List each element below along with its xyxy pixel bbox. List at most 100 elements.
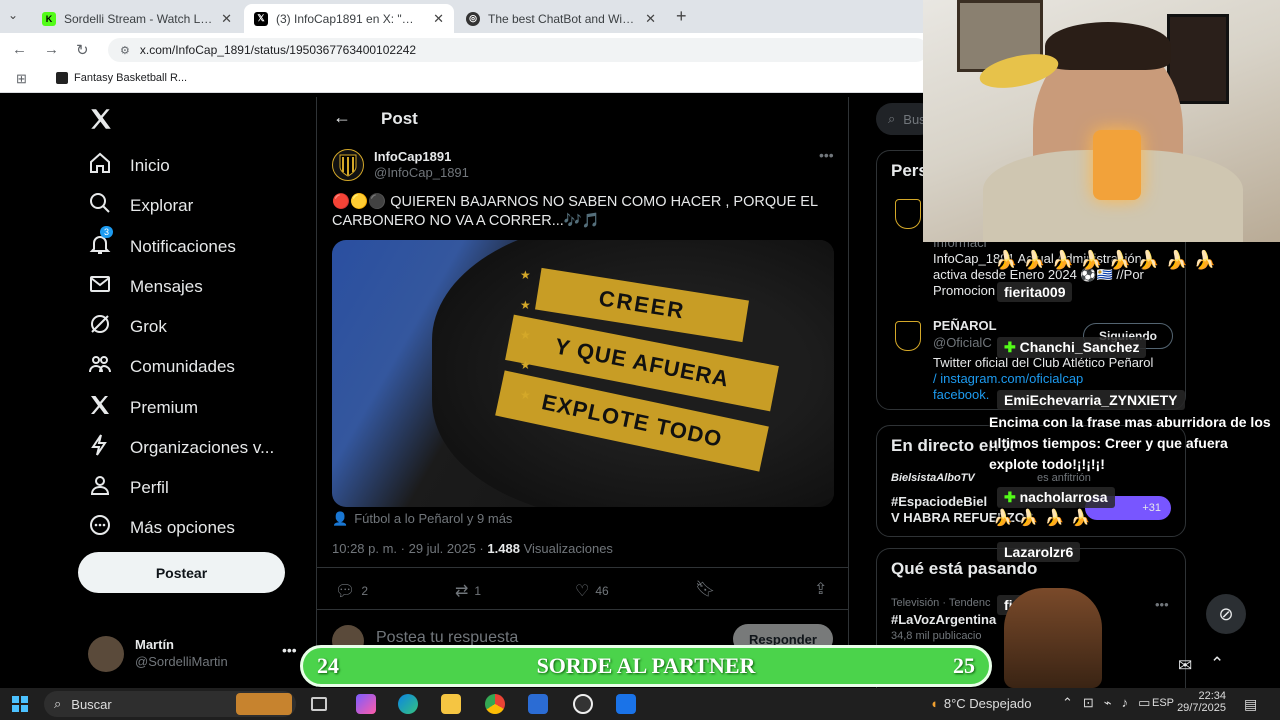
card-title: Qué está pasando	[891, 559, 1038, 578]
store-icon[interactable]	[528, 694, 548, 714]
tab-x-post[interactable]: 𝕏 (3) InfoCap1891 en X: "🔴🟡⚫ ✕	[244, 4, 454, 33]
user-handle[interactable]: @OficialC	[933, 335, 992, 350]
sidebar-item-label: Notificaciones	[130, 236, 236, 256]
account-name: Martín	[135, 637, 174, 652]
url-input[interactable]: ⚙ x.com/InfoCap_1891/status/195036776340…	[108, 38, 928, 62]
sidebar-item-label: Grok	[130, 316, 167, 336]
sidebar-item-label: Perfil	[130, 477, 169, 497]
star-icon: ★ ★ ★ ★ ★	[520, 268, 531, 402]
trend-name[interactable]: #LaVozArgentina	[891, 612, 996, 627]
chat-username: EmiEchevarria_ZYNXIETY	[997, 390, 1185, 410]
sidebar-item-label: Explorar	[130, 195, 194, 215]
weather-widget[interactable]: ◖ 8°C Despejado	[930, 696, 1031, 711]
grok-icon[interactable]: ⊘	[1206, 594, 1246, 634]
notification-center-icon[interactable]: ▤	[1244, 696, 1257, 713]
x-logo-icon[interactable]	[88, 106, 114, 137]
notification-badge: 3	[100, 226, 114, 238]
bookmark-icon[interactable]: 🔖︎	[695, 579, 715, 599]
url-text: x.com/InfoCap_1891/status/19503677634001…	[139, 43, 417, 57]
bookmark-item[interactable]: Fantasy Basketball R...	[56, 72, 187, 84]
sidebar-item-perfil[interactable]: Perfil	[88, 473, 169, 502]
views-label: Visualizaciones	[523, 541, 613, 556]
post-time[interactable]: 10:28 p. m. · 29 jul. 2025 ·	[332, 541, 484, 556]
reply-action[interactable]: 💬︎ 2	[335, 581, 368, 601]
chrome-icon[interactable]	[485, 694, 505, 714]
close-icon[interactable]: ✕	[645, 11, 656, 27]
apps-grid-icon[interactable]: ⊞	[16, 71, 27, 87]
chat-message: Encima con la frase mas aburridora de lo…	[989, 414, 1271, 472]
repost-action[interactable]: ⇄ 1	[455, 581, 481, 601]
author-name[interactable]: InfoCap1891	[374, 149, 451, 164]
search-icon: ⌕	[54, 696, 62, 711]
post-text: 🔴🟡⚫ QUIEREN BAJARNOS NO SABEN COMO HACER…	[332, 194, 818, 229]
sidebar-item-notificaciones[interactable]: 3 Notificaciones	[88, 226, 236, 261]
clock-time: 22:34	[1198, 690, 1226, 702]
close-icon[interactable]: ✕	[433, 11, 444, 27]
goal-banner: 24 SORDE AL PARTNER 25	[300, 645, 992, 687]
live-host[interactable]: BielsistaAlboTV	[891, 472, 975, 484]
author-avatar[interactable]	[332, 149, 364, 181]
windows-start-icon[interactable]	[12, 696, 28, 712]
user-name[interactable]: PEÑAROL	[933, 318, 997, 333]
edge-icon[interactable]	[398, 694, 418, 714]
tagged-people[interactable]: 👤 Fútbol a lo Peñarol y 9 más	[332, 511, 512, 527]
app-icon[interactable]	[616, 694, 636, 714]
moderator-icon: ✚	[1004, 339, 1020, 355]
like-action[interactable]: ♡ 46	[575, 581, 609, 601]
post-button[interactable]: Postear	[78, 552, 285, 593]
task-view-icon[interactable]	[311, 697, 327, 711]
emote-row: 🍌🍌🍌🍌	[993, 510, 1097, 527]
tab-list-icon[interactable]: ⌄	[8, 8, 18, 22]
chat-username: Lazarolzr6	[997, 542, 1081, 562]
sidebar-item-mas-opciones[interactable]: Más opciones	[88, 513, 235, 542]
tray-icons[interactable]: ⌃⊡⌁♪▭	[1062, 695, 1160, 711]
author-handle[interactable]: @InfoCap_1891	[374, 165, 469, 180]
sidebar-item-inicio[interactable]: Inicio	[88, 151, 170, 180]
page-title: Post	[381, 109, 418, 128]
chevron-up-icon[interactable]: ⌃	[1210, 654, 1224, 674]
sidebar-item-premium[interactable]: Premium	[88, 393, 198, 422]
file-explorer-icon[interactable]	[441, 694, 461, 714]
like-count: 46	[595, 584, 609, 598]
taskbar-search[interactable]: ⌕ Buscar	[44, 691, 296, 717]
webcam-overlay	[923, 0, 1280, 242]
sidebar-item-organizaciones[interactable]: Organizaciones v...	[88, 433, 274, 462]
clock-date: 29/7/2025	[1177, 702, 1226, 714]
new-tab-icon[interactable]: +	[676, 6, 687, 27]
sidebar-item-comunidades[interactable]: Comunidades	[88, 352, 235, 381]
club-shield-icon	[895, 199, 921, 229]
account-switcher[interactable]: Martín @SordelliMartin •••	[88, 636, 303, 672]
site-info-icon[interactable]: ⚙	[120, 44, 130, 57]
sidebar-item-mensajes[interactable]: Mensajes	[88, 272, 203, 301]
back-arrow-icon[interactable]: ←	[333, 107, 351, 128]
forward-icon[interactable]: →	[44, 41, 59, 58]
x-icon: 𝕏	[254, 11, 268, 26]
trend-posts: 34,8 mil publicacio	[891, 630, 982, 642]
post-image[interactable]: CREER Y QUE AFUERA EXPLOTE TODO ★ ★ ★ ★ ★	[332, 240, 834, 507]
mail-icon[interactable]: ✉	[1178, 656, 1192, 676]
chatbot-icon: ◎	[466, 11, 480, 26]
share-icon[interactable]: ⇪	[814, 579, 827, 599]
moderator-icon: ✚	[1004, 489, 1020, 505]
more-icon[interactable]: •••	[1155, 597, 1169, 612]
club-shield-icon	[339, 154, 357, 177]
tab-kick[interactable]: K Sordelli Stream - Watch Live on ✕	[32, 4, 242, 33]
x-icon	[88, 393, 112, 422]
copilot-icon[interactable]	[356, 694, 376, 714]
back-icon[interactable]: ←	[12, 41, 27, 58]
sidebar-item-grok[interactable]: Grok	[88, 312, 167, 341]
more-icon[interactable]: •••	[819, 147, 834, 163]
tab-chatbot[interactable]: ◎ The best ChatBot and Widgets ✕	[456, 4, 666, 33]
search-icon: ⌕	[888, 111, 896, 126]
chat-username: ✚ nacholarrosa	[997, 487, 1115, 508]
taskbar: ⌕ Buscar ◖ 8°C Despejado ⌃⊡⌁♪▭ ESP 22:34 2…	[0, 688, 1280, 720]
obs-icon[interactable]	[573, 694, 593, 714]
bio-link[interactable]: / instagram.com/oficialcap	[933, 371, 1183, 387]
close-icon[interactable]: ✕	[221, 11, 232, 27]
tab-title: The best ChatBot and Widgets	[488, 11, 638, 26]
search-icon	[88, 191, 112, 220]
reload-icon[interactable]: ↻	[76, 41, 89, 59]
sidebar-item-explorar[interactable]: Explorar	[88, 191, 193, 220]
clock[interactable]: 22:34 29/7/2025	[1177, 690, 1226, 714]
sidebar-item-label: Premium	[130, 397, 199, 417]
